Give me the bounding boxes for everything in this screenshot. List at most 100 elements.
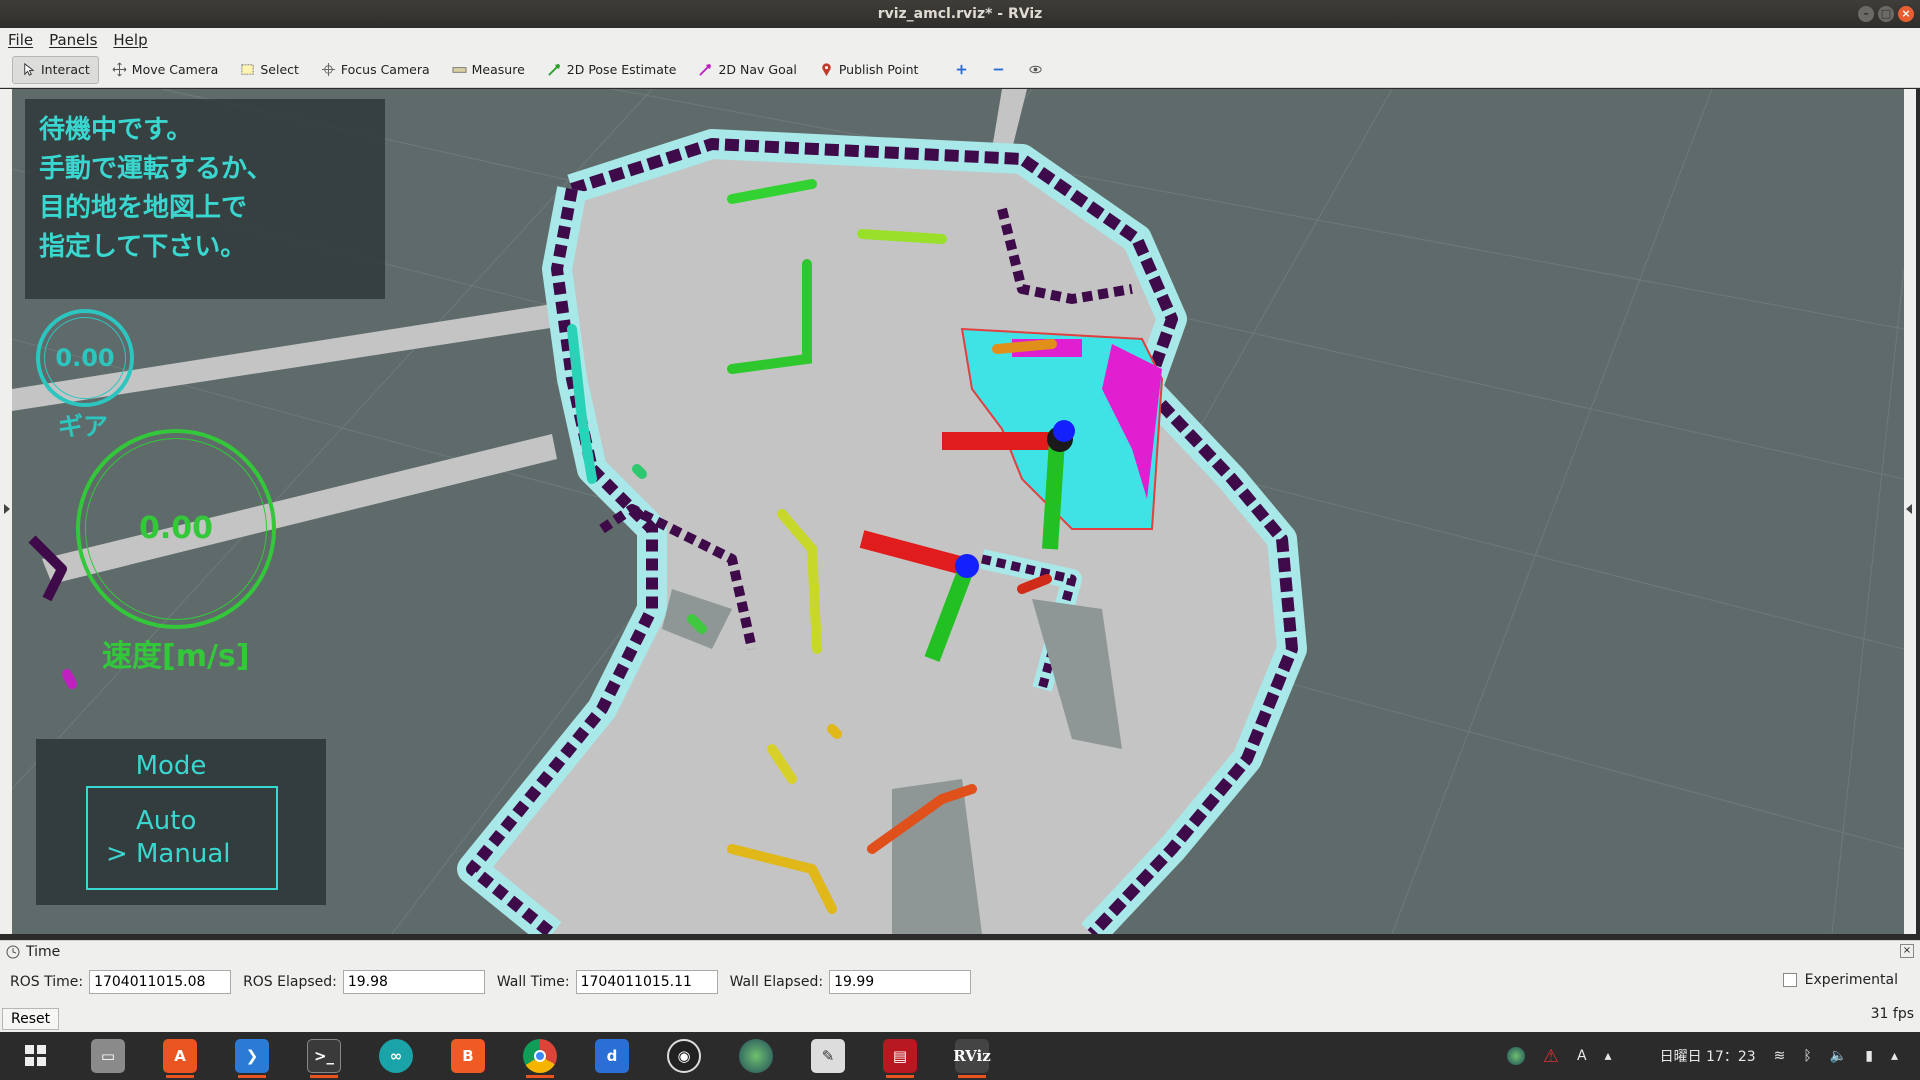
experimental-label: Experimental bbox=[1804, 972, 1898, 988]
green-arrow-icon bbox=[547, 63, 560, 76]
chevron-up-icon[interactable]: ▴ bbox=[1605, 1048, 1612, 1064]
wall-elapsed-field[interactable] bbox=[829, 970, 972, 994]
taskbar-app[interactable]: ▤ bbox=[864, 1032, 936, 1080]
view-options-button[interactable] bbox=[1019, 56, 1052, 84]
plus-icon bbox=[957, 64, 967, 75]
status-bar: Reset 31 fps bbox=[0, 1002, 1920, 1032]
time-panel-title: Time bbox=[26, 943, 61, 960]
tool-focus-camera[interactable]: Focus Camera bbox=[312, 56, 439, 84]
mode-option-auto[interactable]: Auto bbox=[106, 806, 196, 836]
taskbar-app[interactable] bbox=[720, 1032, 792, 1080]
taskbar-app[interactable]: ▭ bbox=[72, 1032, 144, 1080]
minimize-icon[interactable]: – bbox=[1858, 6, 1874, 22]
taskbar-app[interactable]: ∞ bbox=[360, 1032, 432, 1080]
eye-icon bbox=[1029, 65, 1043, 74]
wall-elapsed-label: Wall Elapsed: bbox=[729, 974, 824, 990]
tool-measure[interactable]: Measure bbox=[443, 56, 534, 84]
mode-option-label: Auto bbox=[136, 806, 197, 836]
input-method-indicator[interactable]: A bbox=[1577, 1048, 1587, 1064]
magenta-arrow-icon bbox=[699, 63, 712, 76]
tool-label: Focus Camera bbox=[340, 62, 430, 77]
status-line: 手動で運転するか、 bbox=[39, 154, 273, 184]
clock[interactable]: 日曜日 17：23 bbox=[1660, 1046, 1756, 1066]
text-editor-icon: ✎ bbox=[811, 1039, 845, 1073]
ruler-icon bbox=[452, 67, 467, 73]
activities-icon bbox=[25, 1045, 46, 1066]
taskbar-app[interactable] bbox=[0, 1032, 72, 1080]
experimental-checkbox[interactable] bbox=[1782, 973, 1797, 987]
select-rectangle-icon bbox=[241, 64, 254, 75]
system-tray: ⚠ A ▴ 日曜日 17：23 ≋ ᛒ 🔈 ▮ ▴ bbox=[1506, 1032, 1920, 1080]
time-panel-fields: ROS Time: ROS Elapsed: Wall Time: Wall E… bbox=[0, 962, 1920, 1002]
menu-help[interactable]: Help bbox=[113, 31, 147, 49]
ros-time-field[interactable] bbox=[89, 970, 232, 994]
window-titlebar: rviz_amcl.rviz* - RViz – □ × bbox=[0, 0, 1920, 28]
menu-panels[interactable]: Panels bbox=[49, 31, 97, 49]
taskbar-app[interactable]: ◉ bbox=[648, 1032, 720, 1080]
mode-option-label: Manual bbox=[136, 839, 231, 869]
mode-option-manual[interactable]: > Manual bbox=[106, 839, 230, 869]
close-panel-icon[interactable]: × bbox=[1900, 944, 1914, 958]
battery-icon[interactable]: ▮ bbox=[1865, 1048, 1873, 1064]
wall-time-field[interactable] bbox=[575, 970, 718, 994]
obs-icon: ◉ bbox=[667, 1039, 701, 1073]
files-icon: ▭ bbox=[91, 1039, 125, 1073]
chrome-icon bbox=[523, 1039, 557, 1073]
focus-crosshair-icon bbox=[321, 62, 335, 77]
tool-move-camera[interactable]: Move Camera bbox=[103, 56, 228, 84]
ros-time-label: ROS Time: bbox=[10, 974, 84, 990]
dict-icon: d bbox=[595, 1039, 629, 1073]
wall-time-label: Wall Time: bbox=[496, 974, 570, 990]
remove-tool-button[interactable] bbox=[982, 56, 1015, 84]
vscode-icon: ❯ bbox=[235, 1039, 269, 1073]
reset-button[interactable]: Reset bbox=[2, 1008, 60, 1030]
time-panel-header: Time × bbox=[0, 940, 1920, 962]
experimental-toggle[interactable]: Experimental bbox=[1782, 972, 1898, 988]
tool-publish-point[interactable]: Publish Point bbox=[810, 56, 928, 84]
taskbar-app[interactable]: >_ bbox=[288, 1032, 360, 1080]
tool-label: Select bbox=[260, 62, 299, 77]
taskbar-app[interactable]: ❯ bbox=[216, 1032, 288, 1080]
tool-select[interactable]: Select bbox=[231, 56, 308, 84]
maximize-icon[interactable]: □ bbox=[1878, 6, 1894, 22]
status-line: 待機中です。 bbox=[39, 115, 193, 145]
tool-2d-pose-estimate[interactable]: 2D Pose Estimate bbox=[538, 56, 686, 84]
add-tool-button[interactable] bbox=[945, 56, 978, 84]
tool-label: Measure bbox=[471, 62, 525, 77]
taskbar: ▭ A ❯ >_ ∞ B d ◉ ✎ ▤ RViz ⚠ A ▴ 日曜日 17：2… bbox=[0, 1032, 1920, 1080]
bluetooth-icon[interactable]: ᛒ bbox=[1803, 1048, 1811, 1064]
globe-tray-icon[interactable] bbox=[1506, 1047, 1525, 1065]
cursor-icon bbox=[24, 62, 35, 76]
taskbar-app[interactable]: ✎ bbox=[792, 1032, 864, 1080]
taskbar-app[interactable]: RViz bbox=[936, 1032, 1008, 1080]
ros-elapsed-label: ROS Elapsed: bbox=[243, 974, 337, 990]
speed-value: 0.00 bbox=[138, 511, 214, 546]
brave-icon: B bbox=[451, 1039, 485, 1073]
taskbar-app[interactable]: B bbox=[432, 1032, 504, 1080]
close-icon[interactable]: × bbox=[1898, 6, 1914, 22]
warning-icon[interactable]: ⚠ bbox=[1543, 1046, 1559, 1067]
gear-gauge: 0.00 bbox=[36, 309, 134, 407]
status-line: 指定して下さい。 bbox=[39, 232, 247, 262]
render-viewport[interactable]: 待機中です。 手動で運転するか、 目的地を地図上で 指定して下さい。 0.00 … bbox=[12, 89, 1904, 934]
taskbar-app[interactable]: A bbox=[144, 1032, 216, 1080]
network-icon[interactable]: ≋ bbox=[1774, 1048, 1786, 1064]
status-line: 目的地を地図上で bbox=[39, 193, 248, 223]
mode-selector[interactable]: Auto > Manual bbox=[86, 786, 278, 890]
mode-cursor: > bbox=[106, 839, 128, 869]
move-camera-icon bbox=[112, 62, 127, 77]
volume-icon[interactable]: 🔈 bbox=[1830, 1048, 1847, 1064]
taskbar-app[interactable] bbox=[504, 1032, 576, 1080]
speed-label: 速度[m/s] bbox=[102, 639, 250, 674]
tool-2d-nav-goal[interactable]: 2D Nav Goal bbox=[689, 56, 805, 84]
menu-file[interactable]: File bbox=[8, 31, 33, 49]
collapse-left-arrow-icon bbox=[4, 504, 10, 514]
left-dock-collapse[interactable] bbox=[0, 89, 12, 934]
clock-icon bbox=[6, 945, 20, 958]
terminal-icon: >_ bbox=[307, 1039, 341, 1073]
power-menu-icon[interactable]: ▴ bbox=[1891, 1048, 1898, 1064]
right-dock-collapse[interactable] bbox=[1904, 89, 1916, 934]
taskbar-app[interactable]: d bbox=[576, 1032, 648, 1080]
tool-interact[interactable]: Interact bbox=[12, 55, 99, 84]
ros-elapsed-field[interactable] bbox=[342, 970, 485, 994]
